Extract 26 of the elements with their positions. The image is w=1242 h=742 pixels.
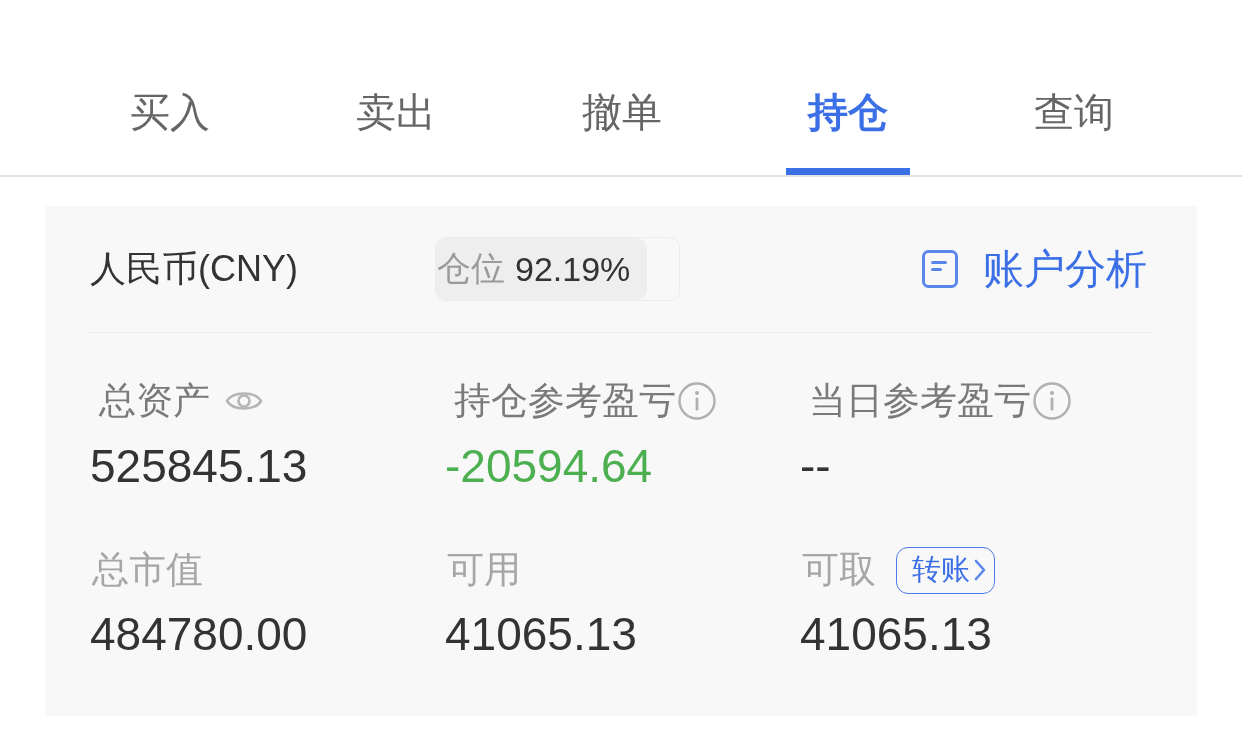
stat-label: 可用 (447, 548, 521, 592)
document-icon (922, 250, 958, 288)
account-analysis-link[interactable]: 账户分析 (922, 241, 1147, 297)
info-icon[interactable] (1033, 382, 1071, 420)
transfer-button[interactable]: 转账 (896, 546, 995, 594)
tab[interactable]: 持仓 (735, 0, 961, 175)
stat-value: 41065.13 (445, 607, 637, 661)
stat-value: -20594.64 (445, 439, 653, 493)
position-label: 仓位 (437, 248, 505, 289)
position-value: 92.19% (515, 249, 631, 289)
stat-label: 持仓参考盈亏 (454, 379, 676, 423)
tab[interactable]: 买入 (57, 0, 283, 175)
stat-value: -- (800, 439, 831, 493)
tab[interactable]: 卖出 (283, 0, 509, 175)
currency-label: 人民币(CNY) (90, 246, 299, 291)
tab[interactable]: 查询 (961, 0, 1187, 175)
tab[interactable]: 撤单 (509, 0, 735, 175)
stat-label: 当日参考盈亏 (809, 379, 1031, 423)
stat-label: 总资产 (99, 379, 210, 423)
stat-value: 484780.00 (90, 607, 308, 661)
chevron-right-icon (974, 559, 986, 581)
stat-label: 总市值 (92, 548, 203, 592)
stat-value: 525845.13 (90, 439, 308, 493)
stat-value: 41065.13 (800, 607, 992, 661)
stat-label: 可取 (802, 548, 876, 592)
info-icon[interactable] (678, 382, 716, 420)
